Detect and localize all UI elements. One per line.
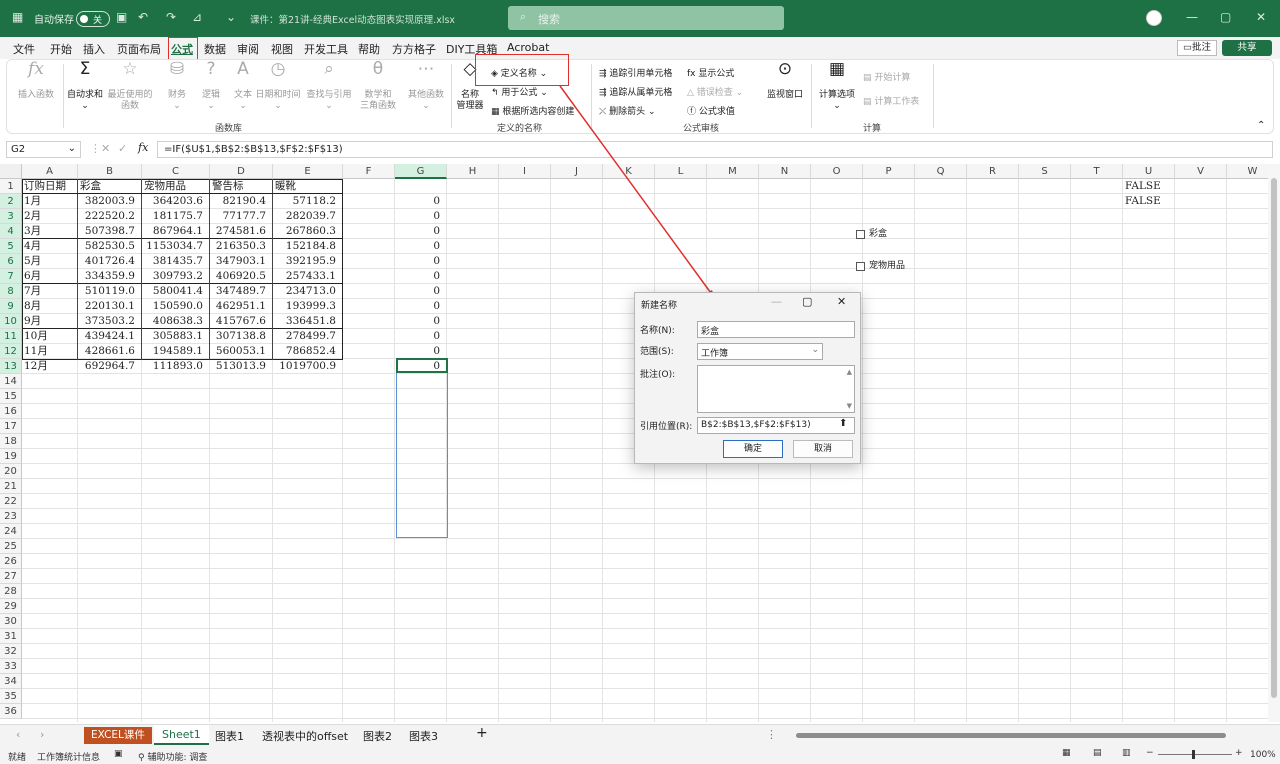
macro-record-icon[interactable]: ▣ [114, 749, 123, 759]
zoom-level[interactable]: 100% [1250, 750, 1276, 760]
scroll-left-icon[interactable]: ‹ [16, 728, 20, 741]
refers-to-input[interactable]: B$2:$B$13,$F$2:$F$13) [697, 417, 855, 434]
accessibility-status[interactable]: ⚲ 辅助功能: 调查 [138, 750, 207, 763]
sheet-tab-chart3[interactable]: 图表3 [409, 728, 438, 744]
scope-label: 范围(S): [640, 347, 674, 357]
sheet-tab-sheet1[interactable]: Sheet1 [154, 725, 209, 745]
workbook-statistics[interactable]: 工作簿统计信息 [37, 750, 100, 763]
dialog-minimize-icon: — [771, 295, 782, 308]
scroll-right-icon[interactable]: › [40, 728, 44, 741]
zoom-slider[interactable] [1158, 754, 1232, 755]
ok-button[interactable]: 确定 [723, 440, 783, 458]
chevron-down-icon: ⌄ [811, 345, 819, 355]
dialog-maximize-icon[interactable]: ▢ [802, 295, 812, 308]
zoom-slider-thumb[interactable] [1192, 750, 1195, 759]
name-input[interactable]: 彩盒 [697, 321, 855, 338]
zoom-in-icon[interactable]: + [1235, 748, 1243, 758]
refers-to-label: 引用位置(R): [640, 422, 693, 432]
normal-view-icon[interactable]: ▦ [1062, 748, 1071, 758]
page-layout-view-icon[interactable]: ▤ [1093, 748, 1102, 758]
collapse-dialog-icon[interactable]: ⬆ [839, 418, 847, 429]
zoom-out-icon[interactable]: − [1146, 748, 1154, 758]
sheet-tab-chart1[interactable]: 图表1 [215, 728, 244, 744]
sheet-tabs-bar: ‹ › EXCEL课件 Sheet1 图表1 透视表中的offset 图表2 图… [0, 724, 1280, 746]
sheet-tab-chart2[interactable]: 图表2 [363, 728, 392, 744]
comment-textarea[interactable]: ▲ ▼ [697, 365, 855, 413]
name-label: 名称(N): [640, 326, 675, 336]
sheet-tab-excel-course[interactable]: EXCEL课件 [84, 727, 152, 744]
more-options-icon: ⋮ [766, 728, 777, 741]
status-ready: 就绪 [8, 753, 27, 763]
comment-label: 批注(O): [640, 370, 676, 380]
sheet-tab-pivot-offset[interactable]: 透视表中的offset [262, 728, 348, 744]
cancel-button[interactable]: 取消 [793, 440, 853, 458]
scope-select[interactable]: 工作簿 ⌄ [697, 343, 823, 360]
accessibility-icon: ⚲ [138, 753, 145, 763]
dialog-title: 新建名称 [641, 301, 678, 311]
page-break-view-icon[interactable]: ▥ [1122, 748, 1131, 758]
status-bar: 就绪 工作簿统计信息 ▣ ⚲ 辅助功能: 调查 ▦ ▤ ▥ − + 100% [0, 746, 1280, 764]
add-sheet-button[interactable]: + [476, 725, 488, 741]
horizontal-scrollbar[interactable] [786, 730, 1260, 740]
new-name-dialog: 新建名称 — ▢ ✕ 名称(N): 彩盒 范围(S): 工作簿 ⌄ 批注(O): … [634, 292, 861, 464]
dialog-close-icon[interactable]: ✕ [837, 295, 846, 308]
